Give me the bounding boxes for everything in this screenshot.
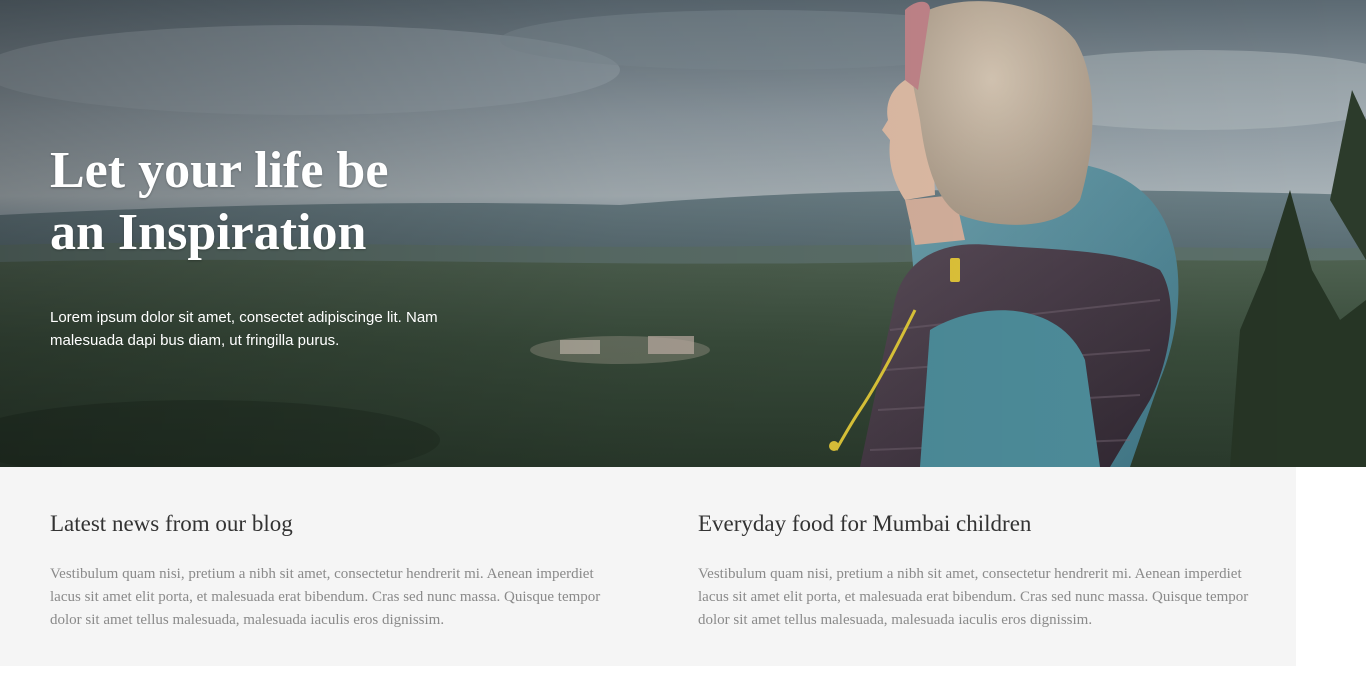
- hero-description: Lorem ipsum dolor sit amet, consectet ad…: [50, 309, 438, 349]
- article-title[interactable]: Latest news from our blog: [50, 507, 610, 541]
- article-title[interactable]: Everyday food for Mumbai children: [698, 507, 1258, 541]
- hero-title-line-2: an Inspiration: [50, 204, 367, 261]
- article-body: Vestibulum quam nisi, pretium a nibh sit…: [50, 566, 601, 628]
- hero-title-line-1: Let your life be: [50, 142, 389, 199]
- article-body: Vestibulum quam nisi, pretium a nibh sit…: [698, 566, 1249, 628]
- articles-section: Latest news from our blog Vestibulum qua…: [0, 467, 1296, 666]
- article-card-blog: Latest news from our blog Vestibulum qua…: [50, 467, 610, 632]
- article-card-food: Everyday food for Mumbai children Vestib…: [698, 467, 1258, 632]
- hero-title: Let your life be an Inspiration: [50, 140, 570, 264]
- hero-banner: Let your life be an Inspiration Lorem ip…: [0, 0, 1366, 467]
